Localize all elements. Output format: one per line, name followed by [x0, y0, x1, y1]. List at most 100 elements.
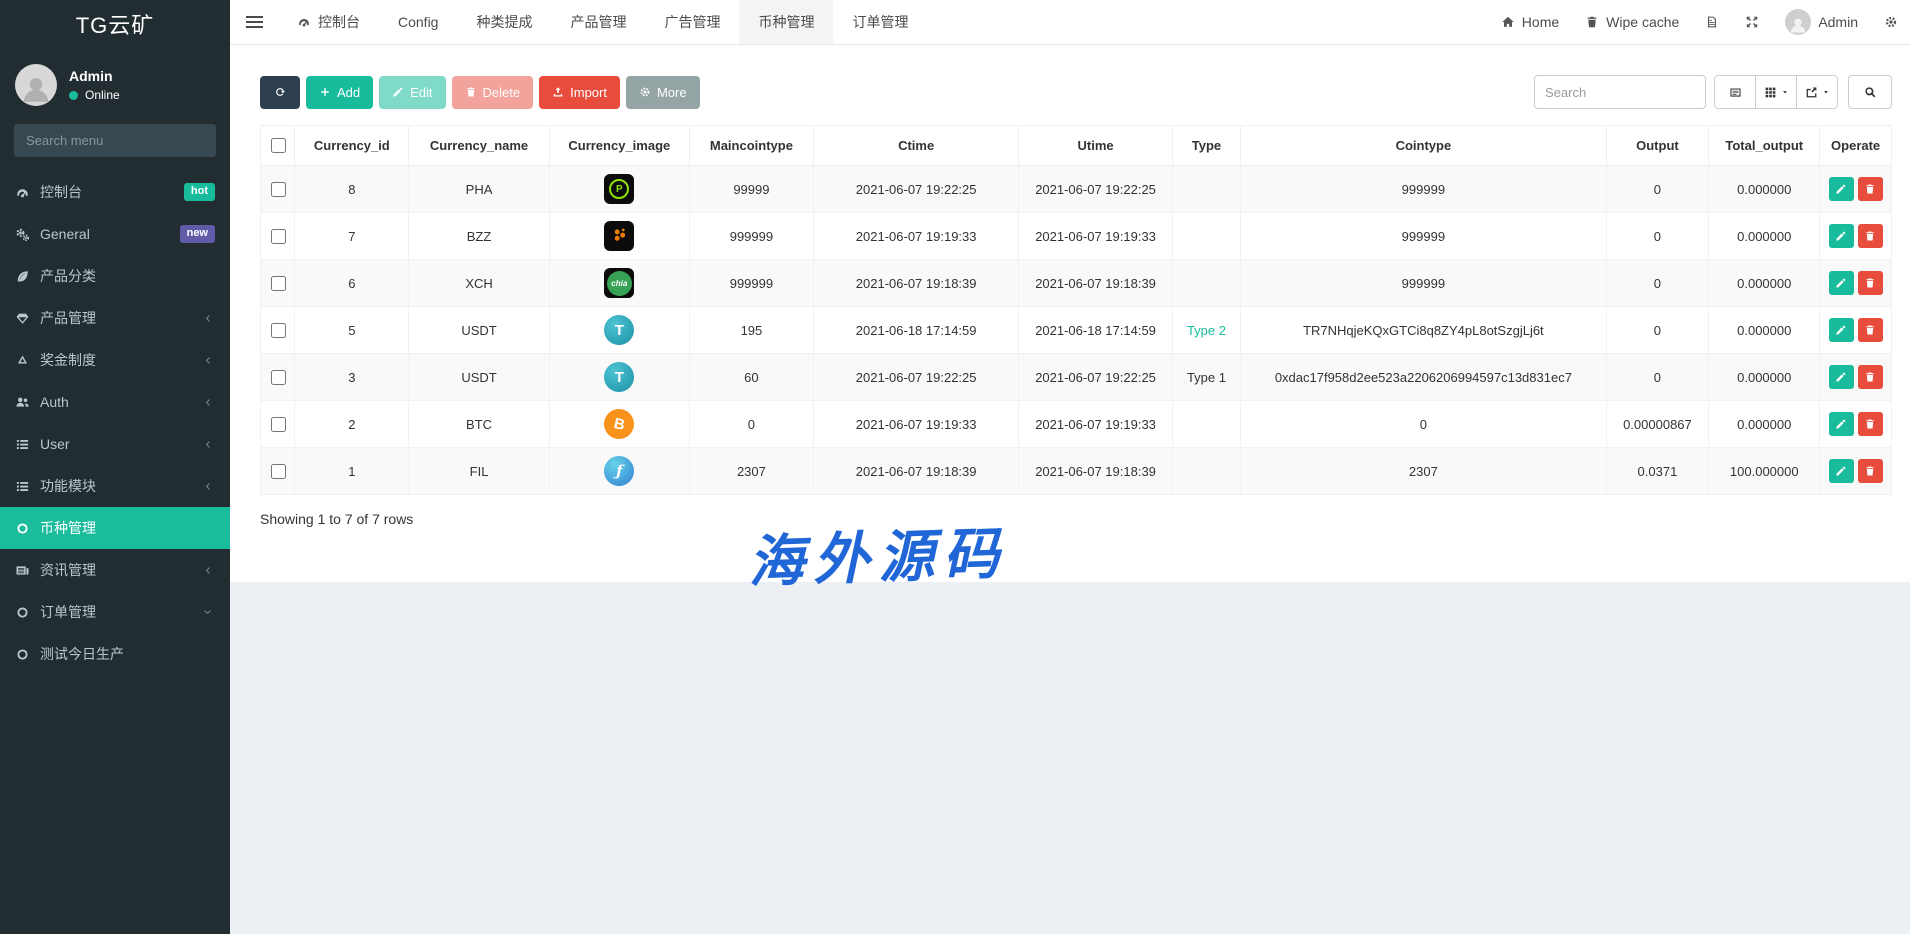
table-row[interactable]: 2BTCB02021-06-07 19:19:332021-06-07 19:1… [261, 401, 1892, 448]
chevron-left-icon [200, 397, 215, 408]
row-checkbox[interactable] [271, 229, 286, 244]
export-dropdown-button[interactable] [1796, 75, 1838, 109]
column-header-currency_name[interactable]: Currency_name [409, 126, 549, 166]
edit-row-button[interactable] [1829, 459, 1854, 483]
column-header-utime[interactable]: Utime [1019, 126, 1172, 166]
edit-row-button[interactable] [1829, 224, 1854, 248]
more-button[interactable]: More [626, 76, 700, 109]
app-logo[interactable]: TG云矿 [0, 0, 230, 52]
output-cell: 0.0371 [1606, 448, 1709, 495]
column-header-currency_id[interactable]: Currency_id [295, 126, 409, 166]
operate-cell [1820, 448, 1892, 495]
row-checkbox[interactable] [271, 276, 286, 291]
sidebar-item-user[interactable]: User [0, 423, 230, 465]
currency-id-cell: 5 [295, 307, 409, 354]
list-alt-icon [1729, 86, 1742, 99]
newspaper-icon [15, 563, 30, 578]
refresh-button[interactable] [260, 76, 300, 109]
import-button[interactable]: Import [539, 76, 620, 109]
sidebar-item-function-module[interactable]: 功能模块 [0, 465, 230, 507]
column-header-operate[interactable]: Operate [1820, 126, 1892, 166]
sidebar-item-product-manage[interactable]: 产品管理 [0, 297, 230, 339]
column-header-output[interactable]: Output [1606, 126, 1709, 166]
delete-row-button[interactable] [1858, 412, 1883, 436]
edit-row-button[interactable] [1829, 177, 1854, 201]
delete-row-button[interactable] [1858, 224, 1883, 248]
delete-row-button[interactable] [1858, 318, 1883, 342]
table-row[interactable]: 5USDTT1952021-06-18 17:14:592021-06-18 1… [261, 307, 1892, 354]
edit-button[interactable]: Edit [379, 76, 445, 109]
add-button[interactable]: Add [306, 76, 373, 109]
edit-row-button[interactable] [1829, 271, 1854, 295]
ctime-cell: 2021-06-07 19:18:39 [813, 260, 1019, 307]
operate-cell [1820, 166, 1892, 213]
tab-dashboard[interactable]: 控制台 [278, 0, 379, 44]
sidebar-item-currency-manage[interactable]: 币种管理 [0, 507, 230, 549]
fullscreen-button[interactable] [1732, 0, 1772, 44]
trash-icon [1864, 418, 1876, 430]
delete-row-button[interactable] [1858, 365, 1883, 389]
table-row[interactable]: 7BZZ9999992021-06-07 19:19:332021-06-07 … [261, 213, 1892, 260]
maincointype-cell: 2307 [689, 448, 813, 495]
sidebar-item-product-category[interactable]: 产品分类 [0, 255, 230, 297]
table-search-button[interactable] [1848, 75, 1892, 109]
delete-row-button[interactable] [1858, 177, 1883, 201]
sidebar-item-news-manage[interactable]: 资讯管理 [0, 549, 230, 591]
search-icon [1863, 85, 1877, 99]
delete-row-button[interactable] [1858, 271, 1883, 295]
table-row[interactable]: 6XCHchia9999992021-06-07 19:18:392021-06… [261, 260, 1892, 307]
column-header-cointype[interactable]: Cointype [1241, 126, 1606, 166]
delete-row-button[interactable] [1858, 459, 1883, 483]
tab-ad-manage[interactable]: 广告管理 [645, 0, 739, 44]
table-row[interactable]: 3USDTT602021-06-07 19:22:252021-06-07 19… [261, 354, 1892, 401]
tab-config[interactable]: Config [379, 0, 457, 44]
row-checkbox[interactable] [271, 417, 286, 432]
row-checkbox[interactable] [271, 182, 286, 197]
edit-row-button[interactable] [1829, 318, 1854, 342]
operate-cell [1820, 213, 1892, 260]
coin-glyph: chia [607, 271, 632, 296]
row-checkbox[interactable] [271, 464, 286, 479]
row-checkbox[interactable] [271, 323, 286, 338]
grid-icon [1764, 86, 1777, 99]
column-header-total_output[interactable]: Total_output [1709, 126, 1820, 166]
sidebar-item-test-today-output[interactable]: 测试今日生产 [0, 633, 230, 675]
column-header-type[interactable]: Type [1172, 126, 1241, 166]
tab-category-commission[interactable]: 种类提成 [457, 0, 551, 44]
home-link[interactable]: Home [1488, 0, 1572, 44]
tab-order-manage[interactable]: 订单管理 [833, 0, 927, 44]
output-cell: 0 [1606, 307, 1709, 354]
settings-button[interactable] [1871, 0, 1900, 44]
utime-cell: 2021-06-07 19:19:33 [1019, 213, 1172, 260]
column-header-ctime[interactable]: Ctime [813, 126, 1019, 166]
language-button[interactable] [1692, 0, 1732, 44]
column-header-currency_image[interactable]: Currency_image [549, 126, 689, 166]
sidebar-item-general[interactable]: Generalnew [0, 213, 230, 255]
detail-view-button[interactable] [1714, 75, 1756, 109]
select-all-checkbox[interactable] [271, 138, 286, 153]
sidebar-search-input[interactable] [14, 124, 214, 157]
columns-dropdown-button[interactable] [1755, 75, 1797, 109]
top-navbar: 控制台Config 种类提成产品管理广告管理币种管理订单管理 Home Wipe … [230, 0, 1910, 45]
user-menu[interactable]: Admin [1772, 0, 1871, 44]
edit-row-button[interactable] [1829, 365, 1854, 389]
gear-icon [639, 86, 651, 98]
column-header-maincointype[interactable]: Maincointype [689, 126, 813, 166]
delete-button[interactable]: Delete [452, 76, 534, 109]
sidebar-item-bonus-system[interactable]: 奖金制度 [0, 339, 230, 381]
edit-row-button[interactable] [1829, 412, 1854, 436]
sidebar-search-button[interactable] [214, 124, 216, 157]
menu-toggle-button[interactable] [230, 0, 278, 44]
table-row[interactable]: 1FILƒ23072021-06-07 19:18:392021-06-07 1… [261, 448, 1892, 495]
sidebar-item-dashboard[interactable]: 控制台hot [0, 171, 230, 213]
wipe-cache-link[interactable]: Wipe cache [1572, 0, 1692, 44]
tab-currency-manage[interactable]: 币种管理 [739, 0, 833, 44]
tab-label: 种类提成 [476, 12, 532, 32]
table-row[interactable]: 8PHAP999992021-06-07 19:22:252021-06-07 … [261, 166, 1892, 213]
sidebar-item-auth[interactable]: Auth [0, 381, 230, 423]
row-checkbox[interactable] [271, 370, 286, 385]
table-search-input[interactable] [1534, 75, 1706, 109]
cointype-cell: 2307 [1241, 448, 1606, 495]
sidebar-item-order-manage[interactable]: 订单管理 [0, 591, 230, 633]
tab-product-manage[interactable]: 产品管理 [551, 0, 645, 44]
